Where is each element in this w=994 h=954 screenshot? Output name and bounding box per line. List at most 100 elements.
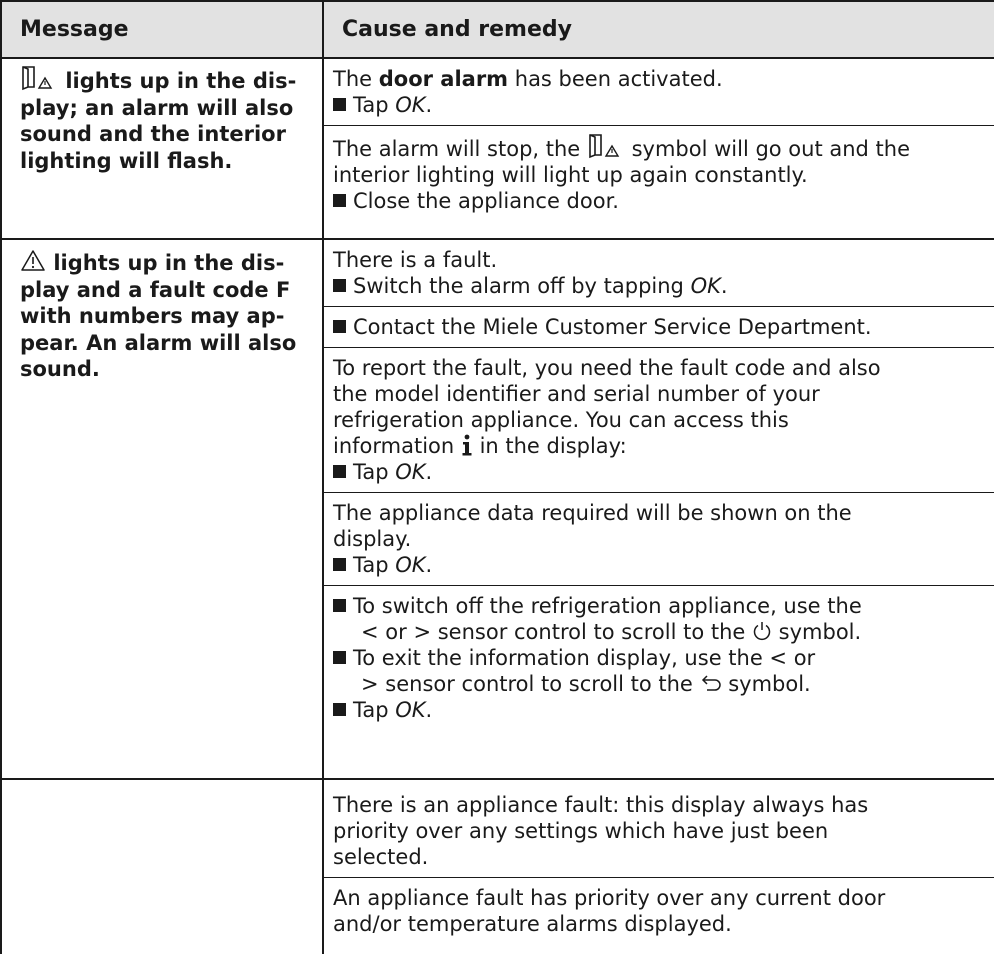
text-span: Contact the Miele Customer Service Depar… xyxy=(353,315,872,339)
back-arrow-icon xyxy=(700,674,722,694)
cause-paragraph: To switch off the refrigeration applianc… xyxy=(324,585,994,730)
text-span: or xyxy=(787,646,816,670)
text-span: priority over any settings which have ju… xyxy=(333,819,829,843)
bullet-square-icon xyxy=(333,703,346,716)
table-row: There is an appliance fault: this displa… xyxy=(0,779,994,954)
text-span: the model identifier and serial number o… xyxy=(333,382,820,406)
message-cell: lights up in the dis- play; an alarm wil… xyxy=(0,58,324,240)
text-span: The appliance data required will be show… xyxy=(333,501,852,525)
cause-paragraph: The door alarm has been activated. Tap O… xyxy=(324,59,994,125)
text-span: OK xyxy=(395,553,426,577)
text-span: Tap xyxy=(353,553,396,577)
list-item: To exit the information display, use the… xyxy=(333,645,984,697)
cause-paragraph: There is a fault. Switch the alarm off b… xyxy=(324,240,994,306)
text-span: OK xyxy=(395,698,426,722)
list-item: Tap OK. xyxy=(333,459,984,485)
text-span: . xyxy=(720,274,728,298)
text-span: Tap xyxy=(353,93,396,117)
text-span: display. xyxy=(333,527,412,551)
text-span: door alarm xyxy=(378,67,509,91)
table-row: lights up in the dis- play and a fault c… xyxy=(0,239,994,780)
cause-cell: The door alarm has been activated. Tap O… xyxy=(322,58,994,240)
text-span: play and a fault code F xyxy=(20,277,291,302)
message-cell: lights up in the dis- play and a fault c… xyxy=(0,239,324,780)
door-alarm-icon xyxy=(20,65,58,91)
cause-cell: There is a fault. Switch the alarm off b… xyxy=(322,239,994,780)
list-item: Tap OK. xyxy=(333,552,984,578)
text-span: There is a fault. xyxy=(333,248,498,272)
text-span: . xyxy=(425,698,433,722)
power-icon xyxy=(752,620,772,642)
bullet-square-icon xyxy=(333,599,346,612)
cause-paragraph: There is an appliance fault: this displa… xyxy=(324,780,994,877)
text-span: . xyxy=(425,460,433,484)
message-line: lights up in the dis- xyxy=(20,65,314,95)
bullet-square-icon xyxy=(333,279,346,292)
left-arrow-glyph: < xyxy=(769,646,788,670)
cause-cell: There is an appliance fault: this displa… xyxy=(322,779,994,954)
cause-paragraph: To report the fault, you need the fault … xyxy=(324,347,994,492)
header-message: Message xyxy=(0,0,324,59)
list-item: Switch the alarm off by tapping OK. xyxy=(333,273,984,299)
text-span: To switch off the refrigeration applianc… xyxy=(353,594,862,618)
text-span: sensor control to scroll to the xyxy=(378,672,700,696)
left-arrow-glyph: < xyxy=(361,620,379,644)
warning-triangle-icon xyxy=(20,249,46,273)
text-span: interior lighting will light up again co… xyxy=(333,163,808,187)
text-span: has been activated. xyxy=(508,67,723,91)
list-item: Close the appliance door. xyxy=(333,188,984,214)
text-span: in the display: xyxy=(472,434,627,458)
text-span: OK xyxy=(395,93,426,117)
cause-paragraph: The alarm will stop, the symbol will go … xyxy=(324,125,994,221)
text-span: lighting will flash. xyxy=(20,148,233,173)
page: Message Cause and remedy lights up in th… xyxy=(0,0,994,954)
info-icon xyxy=(461,434,473,456)
cause-paragraph: An appliance fault has priority over any… xyxy=(324,877,994,944)
bullet-square-icon xyxy=(333,651,346,664)
right-arrow-glyph: > xyxy=(413,620,432,644)
text-span: Close the appliance door. xyxy=(353,189,619,213)
text-span: sound and the interior xyxy=(20,122,286,146)
text-span: The alarm will stop, the xyxy=(333,137,587,161)
text-span: The xyxy=(333,67,379,91)
text-span: . xyxy=(425,93,433,117)
message-table: Message Cause and remedy lights up in th… xyxy=(0,0,994,954)
text-span: lights up in the dis- xyxy=(53,251,285,275)
text-span: Switch the alarm off by tapping xyxy=(353,274,691,298)
text-span: selected. xyxy=(333,845,429,869)
table-header: Message Cause and remedy xyxy=(0,0,994,59)
text-span: information xyxy=(333,434,461,458)
list-item: Contact the Miele Customer Service Depar… xyxy=(333,314,984,340)
cause-paragraph: Contact the Miele Customer Service Depar… xyxy=(324,306,994,347)
text-span: To exit the information display, use the xyxy=(353,646,770,670)
text-span: symbol. xyxy=(771,620,862,644)
text-span: pear. An alarm will also xyxy=(20,330,297,355)
list-item: To switch off the refrigeration applianc… xyxy=(333,593,984,645)
bullet-square-icon xyxy=(333,320,346,333)
bullet-square-icon xyxy=(333,558,346,571)
list-item: Tap OK. xyxy=(333,697,984,723)
text-span: To report the fault, you need the fault … xyxy=(333,356,881,380)
text-span: symbol. xyxy=(721,672,811,696)
cause-paragraph: The appliance data required will be show… xyxy=(324,492,994,585)
text-span: OK xyxy=(395,460,426,484)
text-span: refrigeration appliance. You can access … xyxy=(333,408,789,432)
text-span: Tap xyxy=(353,460,396,484)
text-span: lights up in the dis- xyxy=(65,69,297,93)
bullet-square-icon xyxy=(333,98,346,111)
text-span: An appliance fault has priority over any… xyxy=(333,886,886,910)
text-span: sound. xyxy=(20,357,100,381)
text-span: with numbers may ap- xyxy=(20,304,285,328)
text-span: sensor control to scroll to the xyxy=(431,620,752,644)
text-span: Tap xyxy=(353,698,396,722)
door-alarm-icon xyxy=(587,133,625,159)
right-arrow-glyph: > xyxy=(361,672,379,696)
header-cause: Cause and remedy xyxy=(322,0,994,59)
list-item: Tap OK. xyxy=(333,92,984,118)
bullet-square-icon xyxy=(333,194,346,207)
text-span: and/or temperature alarms displayed. xyxy=(333,912,732,936)
text-span: OK xyxy=(690,274,721,298)
text-span: symbol will go out and the xyxy=(624,137,911,161)
message-cell xyxy=(0,779,324,954)
text-span: . xyxy=(425,553,433,577)
